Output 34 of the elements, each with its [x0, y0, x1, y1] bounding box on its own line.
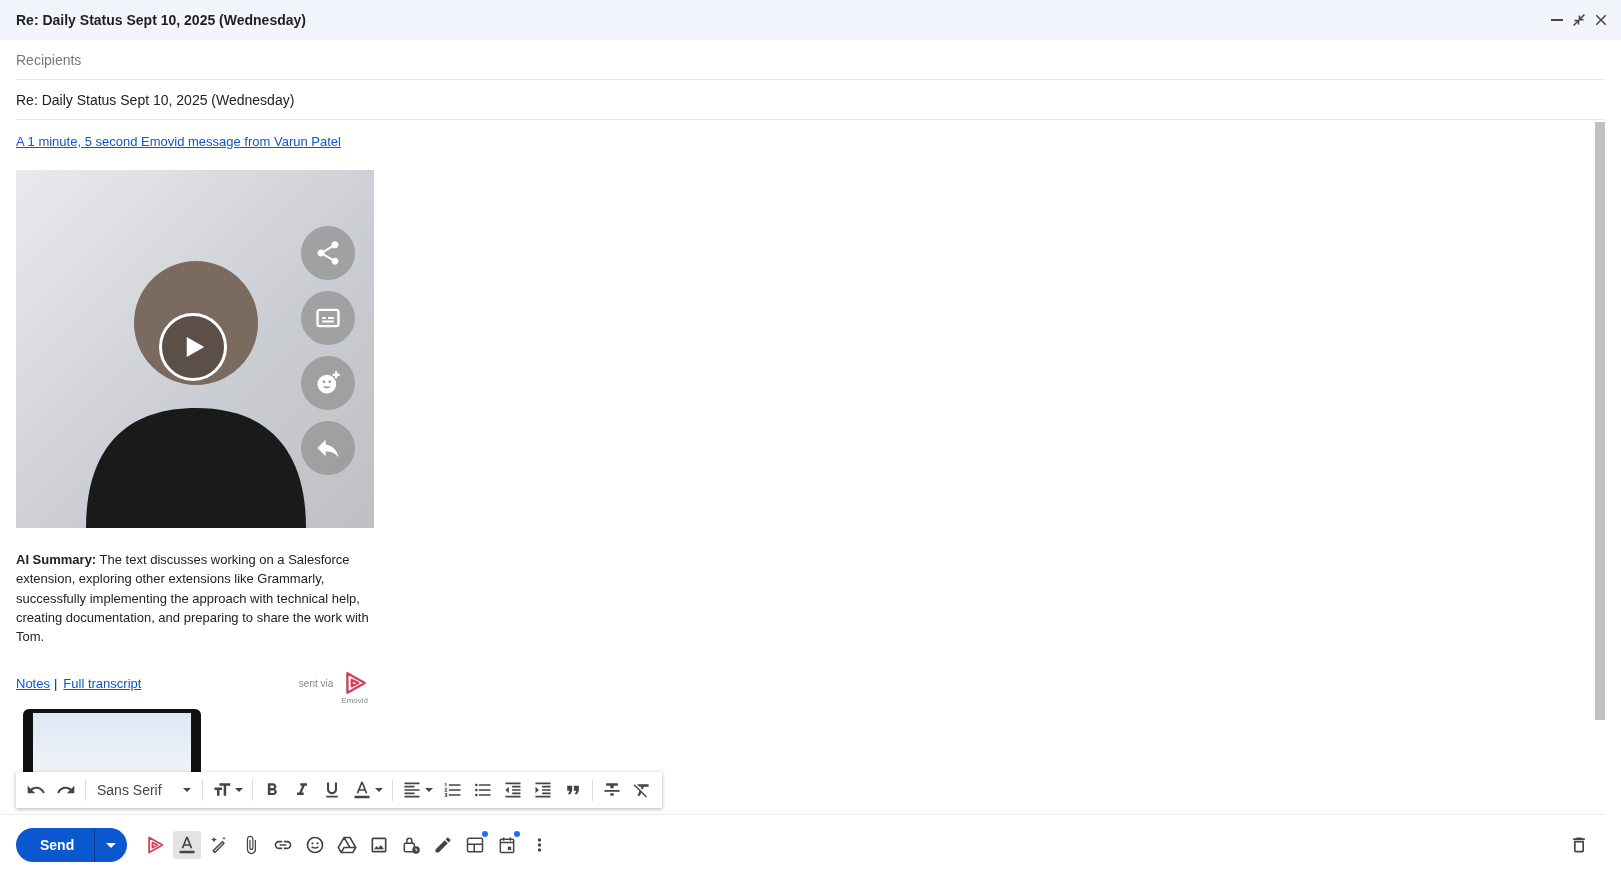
numbered-list-icon	[442, 780, 463, 800]
layout-icon	[465, 835, 486, 855]
emovid-logo-icon	[145, 835, 166, 855]
send-options-button[interactable]	[94, 828, 128, 862]
react-button[interactable]	[301, 356, 355, 410]
captions-button[interactable]	[301, 291, 355, 345]
recipients-field[interactable]: Recipients	[16, 51, 1605, 68]
sent-via-label: sent via	[298, 678, 334, 690]
full-transcript-link[interactable]: Full transcript	[63, 676, 142, 692]
lock-clock-icon	[401, 835, 422, 855]
caret-icon	[106, 842, 117, 848]
minimize-icon	[1551, 18, 1563, 22]
link-separator: |	[53, 676, 58, 692]
brand-name: Emovid	[341, 696, 368, 706]
scrollbar[interactable]	[1595, 122, 1605, 720]
ai-summary-text: AI Summary: The text discusses working on a Salesforce extension, exploring other extensions like Grammarly, successfully implementing the approach with technical help, creating documentation, and preparing to share the work with Tom.	[16, 551, 370, 647]
notes-link[interactable]: Notes	[16, 676, 50, 692]
exit-fullscreen-icon	[1570, 11, 1588, 29]
triangle-drive-icon	[337, 835, 358, 855]
reply-button[interactable]	[301, 421, 355, 475]
smiley-icon	[305, 835, 326, 855]
send-button[interactable]: Send	[16, 828, 95, 862]
more-vertical-icon	[536, 837, 542, 853]
notification-dot	[482, 831, 489, 837]
share-button[interactable]	[301, 226, 355, 280]
font-dropdown[interactable]: Sans Serif	[91, 776, 197, 804]
image-icon	[369, 835, 390, 855]
notification-dot	[514, 831, 521, 837]
window-title: Re: Daily Status Sept 10, 2025 (Wednesday)	[16, 12, 306, 28]
video-message-link[interactable]: A 1 minute, 5 second Emovid message from Varun Patel	[16, 134, 341, 149]
text-color-icon	[177, 835, 198, 855]
formatting-button[interactable]	[173, 831, 202, 859]
subject-field[interactable]: Re: Daily Status Sept 10, 2025 (Wednesday)	[16, 91, 1605, 108]
play-button[interactable]	[159, 313, 227, 381]
